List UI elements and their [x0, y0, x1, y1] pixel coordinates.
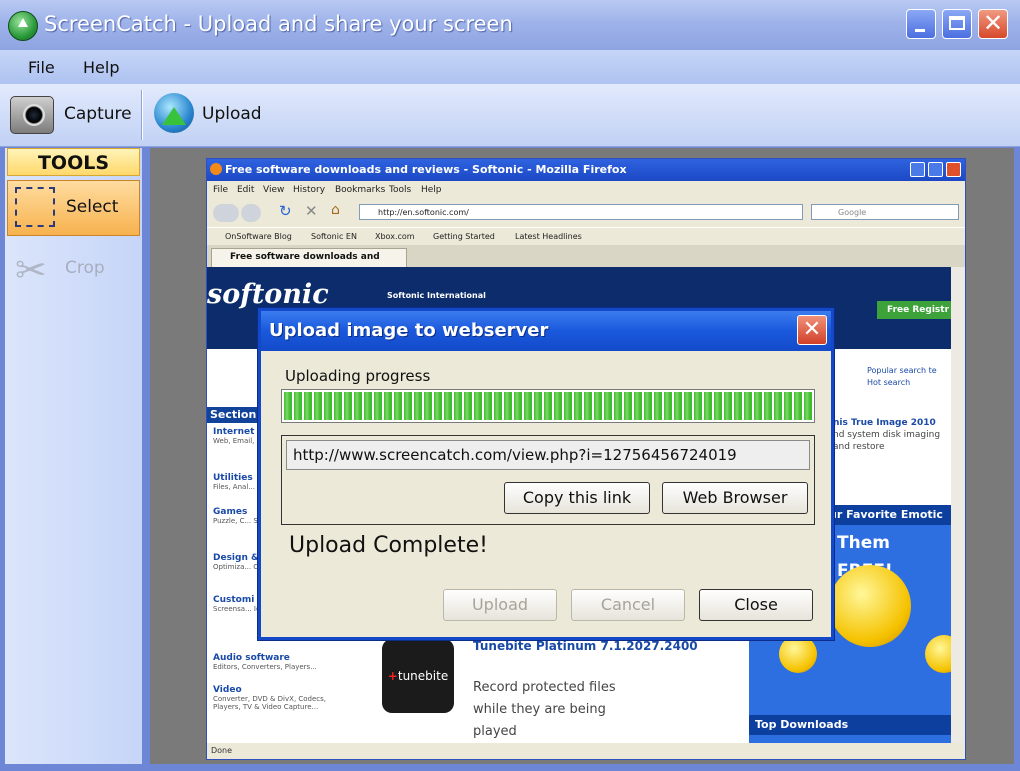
popular-searches: Popular search te Hot search — [867, 366, 937, 387]
dialog-title: Upload image to webserver — [269, 320, 549, 341]
smiley-icon — [829, 565, 911, 647]
close-icon: ✕ — [983, 9, 1004, 37]
category-item: Audio software Editors, Converters, Playe… — [213, 653, 317, 671]
browser-menu-item: Tools — [389, 185, 412, 195]
select-label: Select — [66, 197, 119, 217]
capture-label: Capture — [64, 104, 132, 124]
bookmark-item: Latest Headlines — [515, 232, 582, 241]
top-downloads-heading: Top Downloads — [749, 715, 951, 735]
maximize-button[interactable] — [942, 9, 972, 39]
upload-dialog: Upload image to webserver ✕ Uploading pr… — [258, 308, 834, 640]
upload-progress-bar — [281, 389, 815, 423]
upload-label: Upload — [202, 104, 262, 124]
copy-link-button[interactable]: Copy this link — [504, 482, 650, 514]
screencatch-logo-icon — [8, 11, 38, 41]
browser-nav-bar: ↻ ✕ ⌂ http://en.softonic.com/ Google — [207, 199, 965, 227]
bookmark-item: OnSoftware Blog — [225, 232, 292, 241]
camera-icon — [10, 96, 54, 134]
browser-url-bar: http://en.softonic.com/ — [359, 204, 803, 220]
browser-menu-item: Bookmarks — [335, 185, 386, 195]
browser-scrollbar — [951, 267, 965, 743]
browser-menu-item: Edit — [237, 185, 255, 195]
app-window: ScreenCatch - Upload and share your scre… — [0, 0, 1020, 771]
web-browser-button[interactable]: Web Browser — [662, 482, 808, 514]
link-group: http://www.screencatch.com/view.php?i=12… — [281, 435, 815, 525]
firefox-icon — [210, 163, 222, 175]
dialog-close-btn[interactable]: Close — [699, 589, 813, 621]
crop-label: Crop — [65, 258, 105, 278]
home-icon: ⌂ — [331, 202, 340, 218]
browser-tab: Free software downloads and review... — [211, 248, 407, 279]
browser-menu-item: Help — [421, 185, 442, 195]
dialog-cancel-button[interactable]: Cancel — [571, 589, 685, 621]
link-field[interactable]: http://www.screencatch.com/view.php?i=12… — [286, 440, 810, 470]
browser-minimize-icon — [910, 162, 925, 177]
browser-maximize-icon — [928, 162, 943, 177]
tools-panel: TOOLS Select ✂ Crop — [5, 148, 142, 764]
browser-menu-bar: File Edit View History Bookmarks Tools H… — [207, 181, 965, 199]
browser-status-bar: Done — [207, 743, 965, 759]
menu-help[interactable]: Help — [83, 58, 119, 77]
dialog-upload-button[interactable]: Upload — [443, 589, 557, 621]
product-description: Record protected files while they are be… — [473, 680, 616, 739]
stop-icon: ✕ — [305, 202, 318, 220]
smiley-icon — [925, 635, 951, 673]
forward-arrow-icon — [241, 204, 261, 222]
browser-menu-item: File — [213, 185, 229, 195]
title-bar[interactable]: ScreenCatch - Upload and share your scre… — [0, 0, 1020, 50]
category-item: Video Converter, DVD & DivX, Codecs, Play… — [213, 685, 327, 711]
window-title: ScreenCatch - Upload and share your scre… — [44, 12, 513, 36]
toolbar: Capture Upload — [0, 84, 1020, 147]
browser-search-box: Google — [811, 204, 959, 220]
softonic-logo: softonic — [207, 279, 329, 310]
close-window-button[interactable]: ✕ — [978, 9, 1008, 39]
progress-fill — [284, 392, 812, 420]
bookmarks-bar: OnSoftware Blog Softonic EN Xbox.com Get… — [207, 227, 965, 246]
selection-marquee-icon — [15, 187, 55, 227]
back-arrow-icon — [213, 204, 239, 222]
tunebite-logo: +tunebite — [382, 639, 454, 713]
scissors-icon: ✂ — [15, 248, 47, 292]
minimize-button[interactable] — [906, 9, 936, 39]
browser-menu-item: History — [293, 185, 326, 195]
dialog-title-bar[interactable]: Upload image to webserver ✕ — [261, 311, 831, 351]
upload-globe-icon — [154, 93, 194, 133]
crop-tool-button[interactable]: ✂ Crop — [7, 242, 140, 298]
browser-title-bar: Free software downloads and reviews - So… — [207, 159, 965, 181]
acronis-ad: nis True Image 2010nd system disk imagin… — [833, 418, 941, 452]
browser-menu-item: View — [263, 185, 285, 195]
progress-label: Uploading progress — [285, 367, 431, 385]
capture-button[interactable]: Capture — [4, 84, 136, 146]
close-icon: ✕ — [802, 317, 822, 342]
bookmark-item: Softonic EN — [311, 232, 357, 241]
browser-close-icon — [946, 162, 961, 177]
upload-status: Upload Complete! — [289, 533, 488, 558]
toolbar-separator — [141, 90, 143, 140]
reload-icon: ↻ — [279, 202, 292, 220]
softonic-international: Softonic International — [387, 291, 486, 300]
dialog-close-button[interactable]: ✕ — [797, 315, 827, 345]
smiley-icon — [779, 635, 817, 673]
upload-button[interactable]: Upload — [148, 84, 268, 146]
minimize-icon — [915, 29, 925, 32]
category-item: Utilities Files, Anal... — [213, 473, 255, 491]
product-title: Tunebite Platinum 7.1.2027.2400 — [473, 639, 698, 653]
browser-tab-strip: Free software downloads and review... — [207, 245, 965, 279]
menu-bar: File Help — [0, 50, 1020, 84]
maximize-icon — [949, 16, 965, 30]
browser-title: Free software downloads and reviews - So… — [225, 163, 627, 176]
tools-heading: TOOLS — [7, 148, 140, 176]
free-register-banner: Free Registr — [877, 301, 951, 319]
select-tool-button[interactable]: Select — [7, 180, 140, 236]
bookmark-item: Xbox.com — [375, 232, 415, 241]
bookmark-item: Getting Started — [433, 232, 495, 241]
menu-file[interactable]: File — [28, 58, 55, 77]
